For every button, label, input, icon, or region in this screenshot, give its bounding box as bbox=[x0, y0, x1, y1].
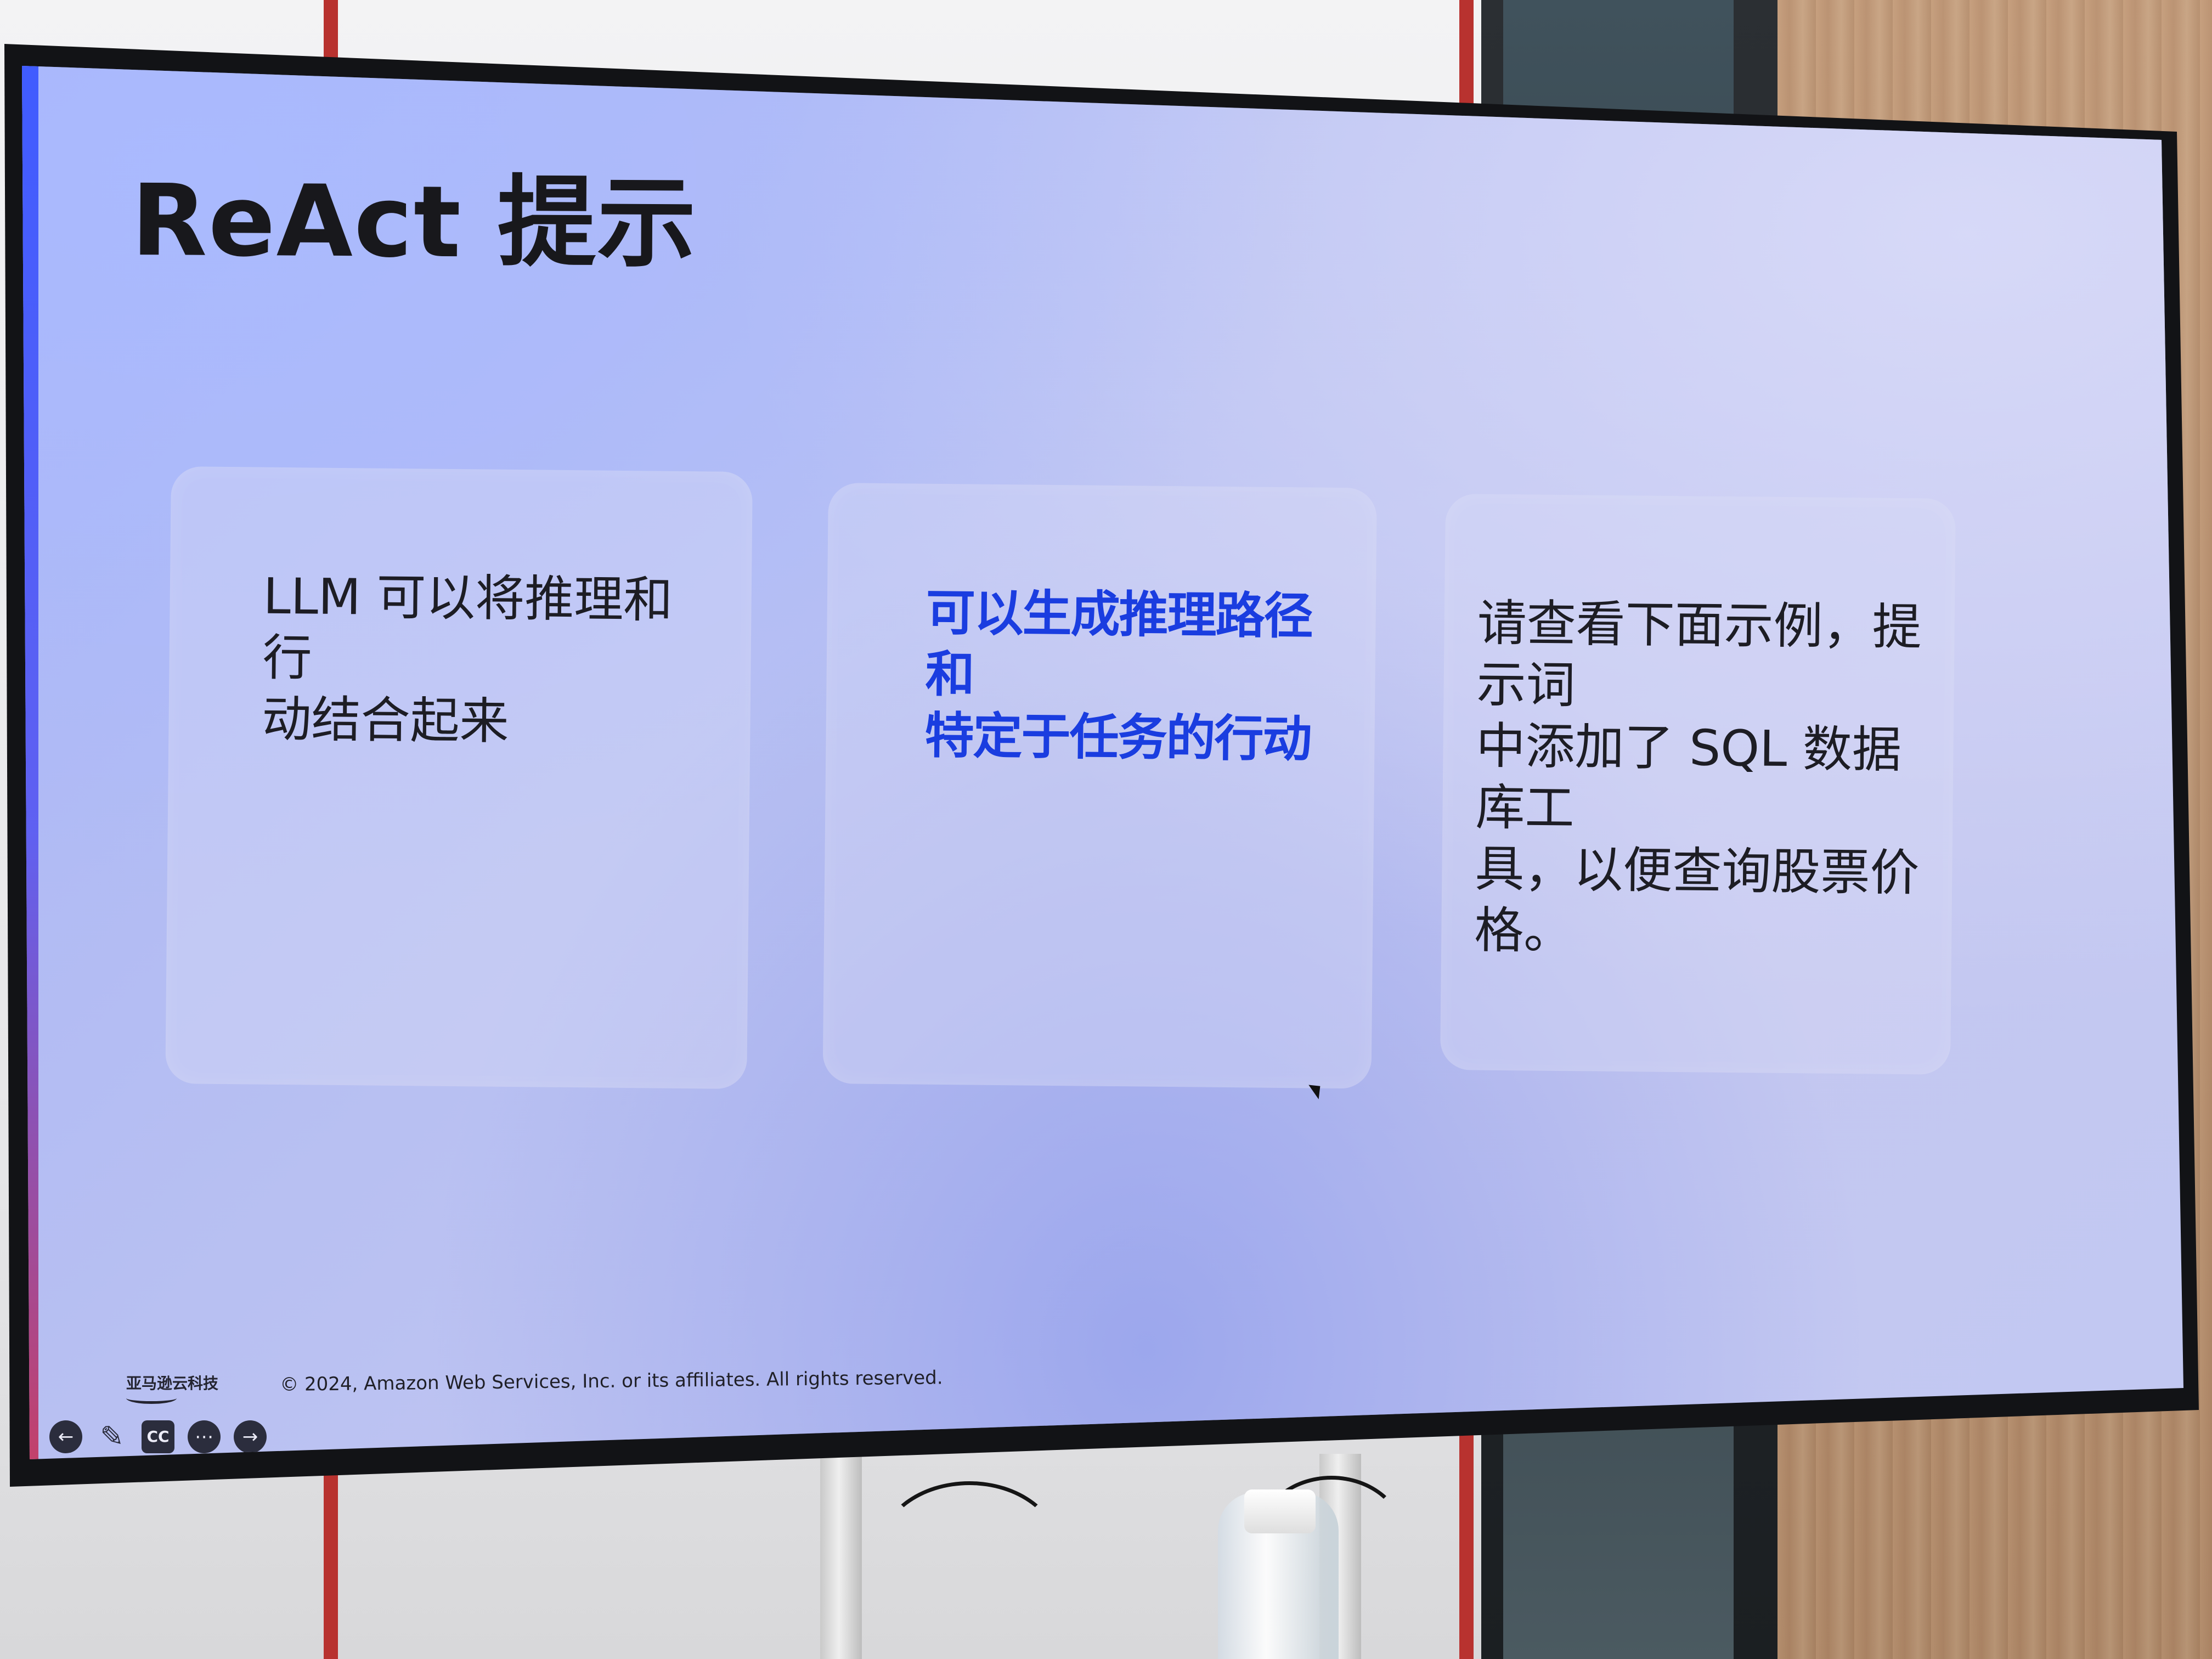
more-options-button[interactable]: ⋯ bbox=[188, 1420, 221, 1453]
next-button[interactable]: → bbox=[234, 1420, 267, 1453]
content-card-2: 可以生成推理路径和 特定于任务的行动 bbox=[822, 483, 1377, 1089]
cable-1 bbox=[878, 1481, 1061, 1621]
aws-smile-icon bbox=[126, 1392, 177, 1404]
presentation-controls: ← ✎ CC ⋯ → bbox=[49, 1418, 267, 1456]
bottle-cap bbox=[1244, 1489, 1316, 1533]
captions-button[interactable]: CC bbox=[142, 1420, 174, 1453]
card-3-text: 请查看下面示例，提示词 中添加了 SQL 数据库工 具，以便查询股票价格。 bbox=[1474, 594, 1922, 961]
back-button[interactable]: ← bbox=[49, 1420, 82, 1453]
stand-left bbox=[820, 1454, 862, 1659]
card-2-text: 可以生成推理路径和 特定于任务的行动 bbox=[924, 584, 1313, 769]
slide-title: ReAct 提示 bbox=[131, 163, 698, 281]
content-card-1: LLM 可以将推理和行 动结合起来 bbox=[165, 466, 753, 1090]
copyright-text: © 2024, Amazon Web Services, Inc. or its… bbox=[280, 1367, 943, 1396]
content-card-3: 请查看下面示例，提示词 中添加了 SQL 数据库工 具，以便查询股票价格。 bbox=[1440, 494, 1956, 1075]
pen-icon[interactable]: ✎ bbox=[95, 1420, 128, 1453]
slide-screen: ReAct 提示 LLM 可以将推理和行 动结合起来 可以生成推理路径和 特定于… bbox=[22, 66, 2183, 1459]
card-1-text: LLM 可以将推理和行 动结合起来 bbox=[262, 567, 673, 751]
aws-brand-logo: 亚马逊云科技 bbox=[126, 1374, 219, 1392]
